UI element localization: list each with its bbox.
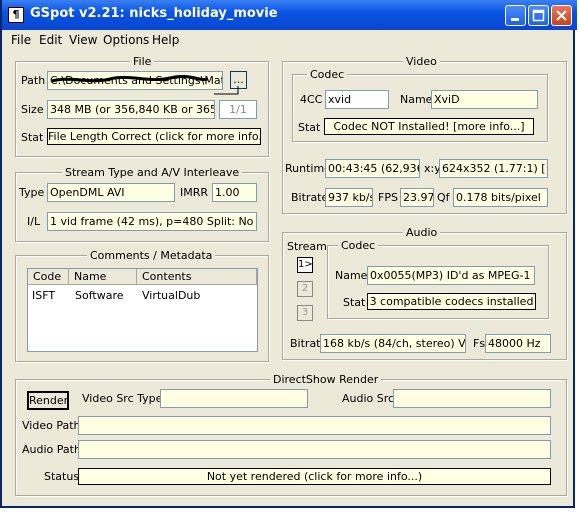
audio-codec-group-label: Codec [338,239,379,252]
file-stat-button[interactable]: File Length Correct (click for more info… [47,128,261,145]
video-src-type-field [160,389,308,408]
audio-path-field [78,440,551,459]
video-codec-group-label: Codec [307,68,348,81]
comments-group-label: Comments / Metadata [87,249,216,262]
video-stat-button[interactable]: Codec NOT Installed! [more info...] [324,118,534,135]
audio-stream-3-button[interactable]: 3 [297,305,313,321]
audio-bitrate-field: 168 kb/s (84/ch, stereo) VB [320,334,466,353]
video-src-type-label: Video Src Type [82,392,163,405]
metadata-table[interactable]: Code Name Contents ISFT Software Virtual… [27,268,258,352]
audio-group-label: Audio [403,226,441,239]
type-field: OpenDML AVI [47,183,175,202]
audio-stream-1-button[interactable]: 1> [297,257,313,273]
path-label: Path [21,74,46,87]
maximize-icon [532,9,545,22]
type-label: Type [19,186,45,199]
menu-bar: File Edit View Options Help [2,30,573,50]
menu-view[interactable]: View [69,33,97,47]
stream-type-group-label: Stream Type and A/V Interleave [62,166,243,179]
fps-field: 23.97 [400,188,434,207]
render-button[interactable]: Render [27,391,69,410]
stream-label: Stream [287,240,327,253]
il-field: 1 vid frame (42 ms), p=480 Split: No [47,212,257,231]
il-label: I/L [27,215,41,228]
menu-edit[interactable]: Edit [39,33,62,47]
maximize-button[interactable] [528,5,549,26]
directshow-group-label: DirectShow Render [270,373,382,386]
file-group-label: File [130,55,155,68]
video-name-field: XviD [431,90,538,109]
video-bitrate-label: Bitrate [291,191,329,204]
column-header-contents[interactable]: Contents [137,269,257,285]
audio-stat-label: Stat [343,296,366,309]
audio-src-label: Audio Src [342,392,395,405]
redaction-scribble [51,75,209,83]
minimize-button[interactable] [505,5,526,26]
menu-help[interactable]: Help [152,33,179,47]
audio-name-label: Name [335,269,368,282]
table-cell-code[interactable]: ISFT [32,289,55,302]
fs-label: Fs [473,337,486,350]
audio-name-field: 0x0055(MP3) ID'd as MPEG-1 Lay [367,266,535,285]
fs-field: 48000 Hz [485,334,551,353]
menu-options[interactable]: Options [103,33,149,47]
fourcc-label: 4CC [300,93,323,106]
video-path-label: Video Path [22,419,81,432]
runtime-field: 00:43:45 (62,936 fr [325,159,420,178]
size-ratio-field: 1/1 [219,100,257,119]
audio-stat-button[interactable]: 3 compatible codecs installed [367,293,536,310]
table-cell-name[interactable]: Software [75,289,124,302]
video-bitrate-field: 937 kb/s [325,188,373,207]
table-cell-contents[interactable]: VirtualDub [142,289,200,302]
gspot-window: ¶ GSpot v2.21: nicks_holiday_movie File … [0,0,577,508]
file-stat-label: Stat [21,131,44,144]
status-label: Status [44,470,80,483]
video-stat-label: Stat [298,121,321,134]
column-header-name[interactable]: Name [69,269,137,285]
close-button[interactable] [551,5,572,26]
menu-file[interactable]: File [11,33,31,47]
video-path-field [78,416,551,435]
column-header-code[interactable]: Code [28,269,69,285]
size-label: Size [21,103,44,116]
xy-field: 624x352 (1.77:1) [=39 [439,159,548,178]
audio-stream-2-button[interactable]: 2 [297,281,313,297]
audio-path-label: Audio Path [22,443,81,456]
minimize-icon [511,18,519,21]
app-icon: ¶ [8,7,24,23]
imrr-label: IMRR [180,186,209,199]
audio-src-field [393,389,551,408]
path-connector [214,86,239,95]
fourcc-field[interactable]: xvid [325,90,389,109]
title-bar[interactable]: ¶ GSpot v2.21: nicks_holiday_movie [2,0,577,30]
imrr-field: 1.00 [212,183,257,202]
window-title: GSpot v2.21: nicks_holiday_movie [30,6,278,21]
qf-label: Qf [437,191,450,204]
size-field: 348 MB (or 356,840 KB or 365,40 [47,100,215,119]
qf-field: 0.178 bits/pixel [453,188,548,207]
render-status-button[interactable]: Not yet rendered (click for more info...… [78,468,551,485]
video-group-label: Video [403,55,440,68]
close-icon [556,10,567,21]
fps-label: FPS [378,191,398,204]
video-name-label: Name [400,93,433,106]
